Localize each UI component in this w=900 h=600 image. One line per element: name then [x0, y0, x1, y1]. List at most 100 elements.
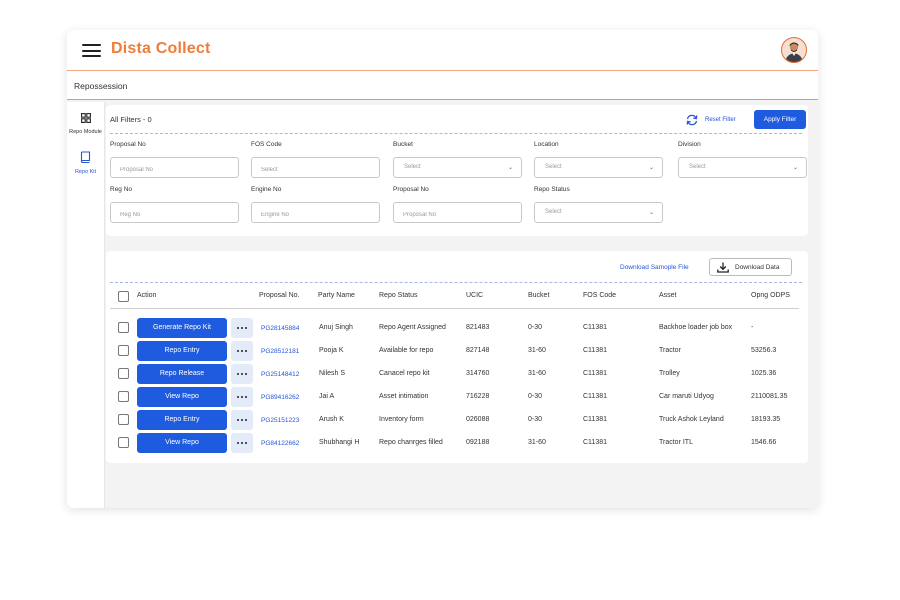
- fos-code-cell: C11381: [583, 370, 608, 377]
- repo-status-select[interactable]: Select ⌄: [534, 202, 663, 223]
- fos-code-cell: C11381: [583, 416, 608, 423]
- user-avatar-icon: [785, 42, 803, 62]
- column-header-fos-code: FOS Code: [583, 292, 617, 299]
- ucic-cell: 092188: [466, 439, 490, 446]
- fos-code-input[interactable]: [252, 159, 373, 181]
- download-sample-file-link[interactable]: Download Samople File: [620, 264, 689, 271]
- more-options-icon[interactable]: [231, 364, 253, 384]
- chevron-down-icon: ⌄: [792, 165, 798, 171]
- view-repo-button[interactable]: View Repo: [137, 387, 227, 407]
- repo-entry-button[interactable]: Repo Entry: [137, 341, 227, 361]
- filters-panel: All Filters - 0 Reset Filter Apply Filte…: [106, 105, 808, 236]
- more-options-icon[interactable]: [231, 433, 253, 453]
- more-options-icon[interactable]: [231, 410, 253, 430]
- bucket-cell: 0-30: [528, 393, 543, 400]
- sidebar-item-repo-kit[interactable]: Repo Kit: [67, 150, 104, 175]
- side-nav: Repo Module Repo Kit: [67, 102, 105, 508]
- table-row: View Repo PG89416262 Jai A Asset intimat…: [106, 387, 808, 407]
- column-header-action: Action: [137, 292, 157, 299]
- division-select[interactable]: Select ⌄: [678, 157, 807, 178]
- app-window: Dista Collect Repossession Repo Module R…: [67, 30, 818, 508]
- proposal-no-link[interactable]: PG25148412: [261, 371, 299, 378]
- row-checkbox[interactable]: [118, 322, 129, 333]
- table-row: Repo Entry PG25151223 Arush K Inventory …: [106, 410, 808, 430]
- opng-odps-cell: -: [751, 324, 754, 331]
- apply-filter-button[interactable]: Apply Filter: [754, 110, 806, 129]
- bucket-cell: 31-60: [528, 370, 546, 377]
- repo-status-cell: Inventory form: [379, 416, 424, 423]
- bucket-cell: 0-30: [528, 324, 543, 331]
- row-checkbox[interactable]: [118, 345, 129, 356]
- proposal-no-link[interactable]: PG84122662: [261, 440, 299, 447]
- proposal-no-2-label: Proposal No: [393, 186, 429, 193]
- proposal-no-link[interactable]: PG89416262: [261, 394, 299, 401]
- row-checkbox[interactable]: [118, 414, 129, 425]
- repo-status-select-value: Select: [545, 209, 562, 215]
- reg-no-label: Reg No: [110, 186, 133, 193]
- generate-repo-kit-button[interactable]: Generate Repo Kit: [137, 318, 227, 338]
- party-name-cell: Jai A: [319, 393, 335, 400]
- proposal-no-input[interactable]: [111, 159, 232, 181]
- ucic-cell: 716228: [466, 393, 490, 400]
- proposal-no-link[interactable]: PG28512181: [261, 348, 299, 355]
- sidebar-item-repo-module[interactable]: Repo Module: [67, 110, 104, 135]
- fos-code-cell: C11381: [583, 439, 608, 446]
- repo-release-button[interactable]: Repo Release: [137, 364, 227, 384]
- reg-no-input[interactable]: [111, 204, 232, 226]
- column-header-repo-status: Repo Status: [379, 292, 418, 299]
- app-title: Dista Collect: [111, 40, 211, 57]
- sidebar-item-label: Repo Module: [69, 129, 102, 135]
- row-checkbox[interactable]: [118, 437, 129, 448]
- grid-icon: [80, 113, 91, 123]
- opng-odps-cell: 1546.66: [751, 439, 777, 446]
- asset-cell: Tractor: [659, 347, 681, 354]
- proposal-no-link[interactable]: PG28145884: [261, 325, 299, 332]
- row-checkbox[interactable]: [118, 391, 129, 402]
- party-name-cell: Shubhangi H: [319, 439, 360, 446]
- row-checkbox[interactable]: [118, 368, 129, 379]
- view-repo-button[interactable]: View Repo: [137, 433, 227, 453]
- location-select[interactable]: Select ⌄: [534, 157, 663, 178]
- opng-odps-cell: 18193.35: [751, 416, 781, 423]
- column-header-ucic: UCIC: [466, 292, 484, 299]
- reg-no-field: [110, 202, 239, 226]
- download-data-button[interactable]: Download Data: [709, 258, 792, 276]
- avatar[interactable]: [781, 37, 807, 63]
- refresh-icon: [686, 114, 698, 126]
- bucket-select-value: Select: [404, 164, 421, 170]
- bucket-cell: 31-60: [528, 439, 546, 446]
- chevron-down-icon: ⌄: [648, 210, 654, 216]
- location-select-value: Select: [545, 164, 562, 170]
- engine-no-input[interactable]: [252, 204, 373, 226]
- opng-odps-cell: 53256.3: [751, 347, 777, 354]
- more-options-icon[interactable]: [231, 318, 253, 338]
- chevron-down-icon: ⌄: [507, 165, 513, 171]
- reset-filter-button[interactable]: Reset Filter: [685, 111, 736, 129]
- download-icon: [717, 262, 729, 273]
- repo-status-cell: Asset intimation: [379, 393, 429, 400]
- asset-cell: Car maruti Udyog: [659, 393, 714, 400]
- fos-code-cell: C11381: [583, 393, 608, 400]
- table-row: View Repo PG84122662 Shubhangi H Repo ch…: [106, 433, 808, 453]
- hamburger-menu-icon[interactable]: [82, 44, 101, 57]
- more-options-icon[interactable]: [231, 387, 253, 407]
- division-select-value: Select: [689, 164, 706, 170]
- bucket-cell: 0-30: [528, 416, 543, 423]
- more-options-icon[interactable]: [231, 341, 253, 361]
- proposal-no-link[interactable]: PG25151223: [261, 417, 299, 424]
- proposal-no-2-input[interactable]: [394, 204, 515, 226]
- party-name-cell: Arush K: [319, 416, 344, 423]
- table-row: Repo Release PG25148412 Nilesh S Canacel…: [106, 364, 808, 384]
- repo-status-cell: Available for repo: [379, 347, 434, 354]
- asset-cell: Trolley: [659, 370, 680, 377]
- header-divider: [110, 308, 799, 309]
- fos-code-cell: C11381: [583, 347, 608, 354]
- select-all-checkbox[interactable]: [118, 291, 129, 302]
- proposal-no-2-field: [393, 202, 522, 226]
- fos-code-label: FOS Code: [251, 141, 282, 148]
- repo-entry-button[interactable]: Repo Entry: [137, 410, 227, 430]
- fos-code-field: [251, 157, 380, 181]
- bucket-select[interactable]: Select ⌄: [393, 157, 522, 178]
- column-header-opng-odps: Opng ODPS: [751, 292, 790, 299]
- reset-filter-label: Reset Filter: [705, 117, 736, 123]
